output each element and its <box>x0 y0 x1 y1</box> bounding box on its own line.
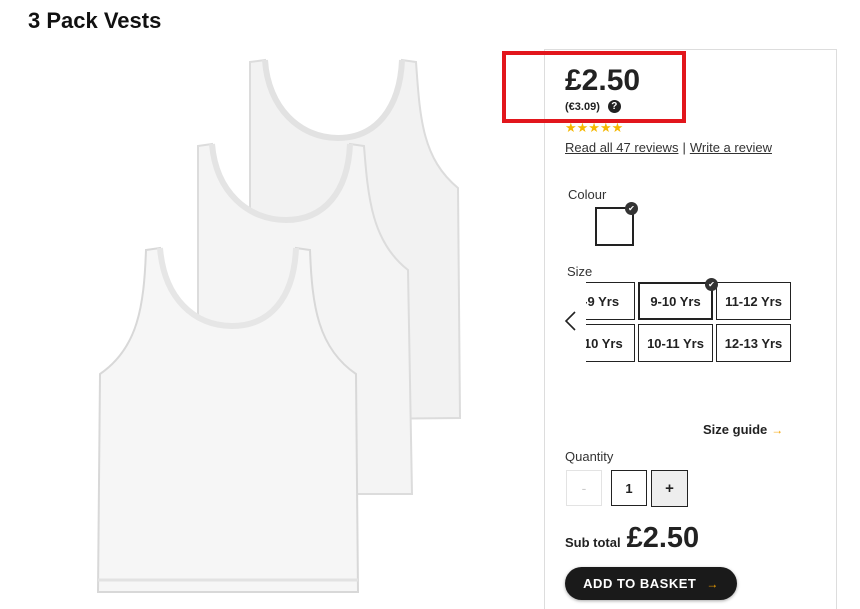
size-guide-link[interactable]: Size guide → <box>703 422 783 437</box>
read-reviews-link[interactable]: Read all 47 reviews <box>565 140 678 155</box>
arrow-right-icon: → <box>771 423 784 437</box>
rating-stars-icon: ★★★★★ <box>565 120 624 135</box>
product-image <box>96 58 462 593</box>
size-option[interactable]: 12-13 Yrs <box>716 324 791 362</box>
reviews-links: Read all 47 reviews | Write a review <box>565 140 772 155</box>
add-to-basket-label: ADD TO BASKET <box>583 576 697 591</box>
size-label: Size <box>567 264 593 279</box>
quantity-increase-button[interactable]: + <box>651 470 688 507</box>
subtotal-label: Sub total <box>565 535 621 550</box>
size-option[interactable]: 8-9 Yrs <box>586 282 635 320</box>
size-guide-label: Size guide <box>703 422 768 437</box>
subtotal: Sub total £2.50 <box>565 522 699 555</box>
arrow-right-icon: → <box>706 576 719 591</box>
quantity-input[interactable] <box>611 470 647 506</box>
quantity-decrease-button[interactable]: - <box>566 470 602 506</box>
price-highlight-box <box>502 51 686 123</box>
check-icon: ✔ <box>705 278 718 291</box>
size-option[interactable]: 11-12 Yrs <box>716 282 791 320</box>
size-option-selected[interactable]: 9-10 Yrs <box>638 282 713 320</box>
subtotal-value: £2.50 <box>626 522 700 554</box>
size-option[interactable]: 10-11 Yrs <box>638 324 713 362</box>
reviews-separator: | <box>682 140 686 155</box>
product-title: 3 Pack Vests <box>28 8 162 33</box>
quantity-label: Quantity <box>565 449 614 464</box>
write-review-link[interactable]: Write a review <box>690 140 772 155</box>
add-to-basket-button[interactable]: ADD TO BASKET → <box>565 567 737 600</box>
colour-label: Colour <box>568 187 607 202</box>
check-icon: ✔ <box>625 202 638 215</box>
size-carousel: 8-9 Yrs 9-10 Yrs 11-12 Yrs 9-10 Yrs 10-1… <box>586 282 796 364</box>
chevron-left-icon[interactable] <box>563 310 579 332</box>
size-option[interactable]: 9-10 Yrs <box>586 324 635 362</box>
